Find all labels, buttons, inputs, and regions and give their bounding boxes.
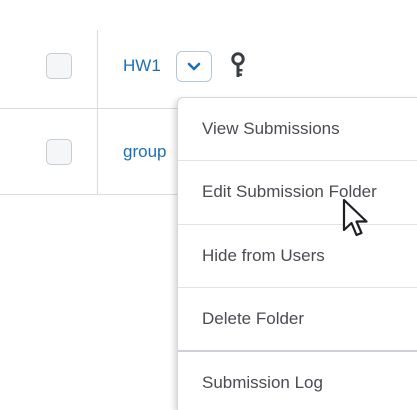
menu-item-label: Submission Log bbox=[202, 373, 323, 392]
menu-item-submission-log[interactable]: Submission Log bbox=[178, 352, 417, 410]
chevron-down-icon bbox=[187, 62, 201, 70]
row-checkbox-hw1[interactable] bbox=[46, 53, 72, 79]
actions-dropdown-button[interactable] bbox=[176, 51, 212, 82]
mouse-pointer-icon bbox=[342, 198, 368, 237]
key-icon bbox=[231, 52, 245, 77]
menu-item-edit-submission-folder[interactable]: Edit Submission Folder bbox=[178, 161, 417, 223]
menu-item-view-submissions[interactable]: View Submissions bbox=[178, 98, 417, 160]
column-divider bbox=[97, 30, 98, 194]
folder-link-hw1[interactable]: HW1 bbox=[123, 56, 161, 76]
folder-actions-menu: View Submissions Edit Submission Folder … bbox=[177, 97, 417, 410]
menu-item-label: Hide from Users bbox=[202, 246, 325, 265]
menu-item-label: Delete Folder bbox=[202, 309, 305, 328]
menu-item-label: View Submissions bbox=[202, 119, 340, 138]
row-checkbox-group[interactable] bbox=[46, 139, 72, 165]
submission-folders-table: HW1 group View Submissions Edit Submissi… bbox=[0, 0, 417, 410]
folder-link-group[interactable]: group bbox=[123, 142, 166, 162]
menu-item-delete-folder[interactable]: Delete Folder bbox=[178, 288, 417, 350]
menu-item-hide-from-users[interactable]: Hide from Users bbox=[178, 225, 417, 287]
